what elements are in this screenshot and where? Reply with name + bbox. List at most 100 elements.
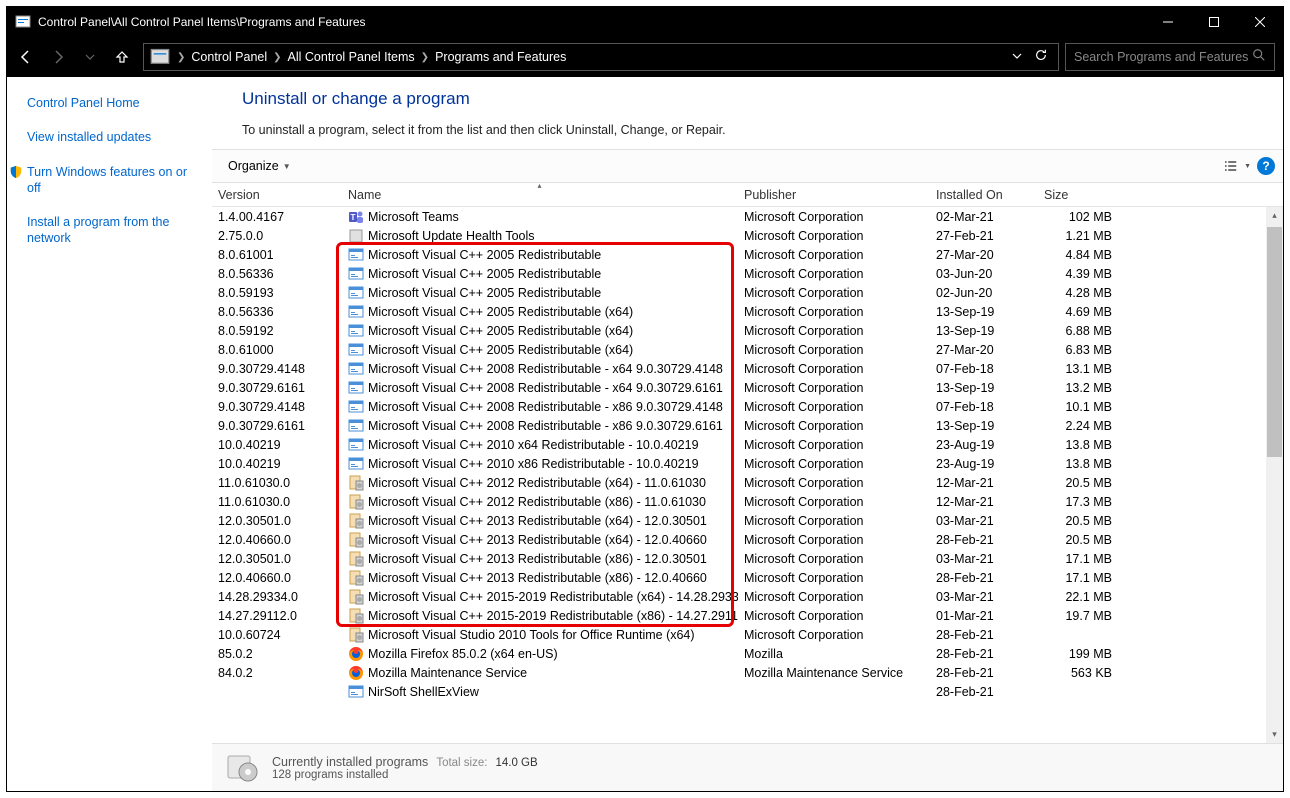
table-row[interactable]: 12.0.30501.0Microsoft Visual C++ 2013 Re… (212, 549, 1283, 568)
cell-version: 14.28.29334.0 (212, 590, 342, 604)
table-row[interactable]: 10.0.40219Microsoft Visual C++ 2010 x86 … (212, 454, 1283, 473)
cell-size: 13.8 MB (1038, 457, 1118, 471)
cell-installed: 12-Mar-21 (930, 476, 1038, 490)
cell-size: 20.5 MB (1038, 476, 1118, 490)
table-row[interactable]: 10.0.60724Microsoft Visual Studio 2010 T… (212, 625, 1283, 644)
program-icon (348, 228, 364, 244)
program-icon (348, 304, 364, 320)
table-row[interactable]: 12.0.30501.0Microsoft Visual C++ 2013 Re… (212, 511, 1283, 530)
window-title: Control Panel\All Control Panel Items\Pr… (38, 15, 1145, 29)
titlebar[interactable]: Control Panel\All Control Panel Items\Pr… (7, 7, 1283, 37)
breadcrumb-item[interactable]: Control Panel (188, 50, 270, 64)
scroll-up-button[interactable]: ▴ (1266, 207, 1283, 224)
table-row[interactable]: 9.0.30729.6161Microsoft Visual C++ 2008 … (212, 416, 1283, 435)
back-button[interactable] (11, 42, 41, 72)
scroll-down-button[interactable]: ▾ (1266, 726, 1283, 743)
scroll-thumb[interactable] (1267, 227, 1282, 457)
col-installed[interactable]: Installed On (930, 183, 1038, 206)
search-box[interactable] (1065, 43, 1275, 71)
table-row[interactable]: 11.0.61030.0Microsoft Visual C++ 2012 Re… (212, 473, 1283, 492)
history-dropdown[interactable] (75, 42, 105, 72)
program-icon (348, 570, 364, 586)
view-options-button[interactable]: ▼ (1225, 156, 1251, 176)
cell-installed: 28-Feb-21 (930, 647, 1038, 661)
table-row[interactable]: 8.0.61000Microsoft Visual C++ 2005 Redis… (212, 340, 1283, 359)
table-row[interactable]: 1.4.00.4167TMicrosoft TeamsMicrosoft Cor… (212, 207, 1283, 226)
sort-indicator-icon: ▴ (537, 183, 541, 190)
program-icon (348, 589, 364, 605)
cell-size: 2.24 MB (1038, 419, 1118, 433)
search-input[interactable] (1074, 50, 1252, 64)
col-version[interactable]: Version (212, 183, 342, 206)
table-row[interactable]: NirSoft ShellExView28-Feb-21 (212, 682, 1283, 701)
forward-button[interactable] (43, 42, 73, 72)
table-row[interactable]: 9.0.30729.4148Microsoft Visual C++ 2008 … (212, 359, 1283, 378)
col-name[interactable]: ▴Name (342, 183, 738, 206)
table-row[interactable]: 9.0.30729.6161Microsoft Visual C++ 2008 … (212, 378, 1283, 397)
cell-size: 13.2 MB (1038, 381, 1118, 395)
table-row[interactable]: 8.0.59193Microsoft Visual C++ 2005 Redis… (212, 283, 1283, 302)
cell-publisher: Microsoft Corporation (738, 286, 930, 300)
table-row[interactable]: 12.0.40660.0Microsoft Visual C++ 2013 Re… (212, 530, 1283, 549)
address-bar[interactable]: ❯ Control Panel ❯ All Control Panel Item… (143, 43, 1059, 71)
sidebar-home[interactable]: Control Panel Home (27, 95, 202, 111)
table-row[interactable]: 85.0.2Mozilla Firefox 85.0.2 (x64 en-US)… (212, 644, 1283, 663)
cell-name: Microsoft Visual Studio 2010 Tools for O… (342, 627, 738, 643)
help-button[interactable]: ? (1257, 157, 1275, 175)
up-button[interactable] (107, 42, 137, 72)
table-row[interactable]: 14.27.29112.0Microsoft Visual C++ 2015-2… (212, 606, 1283, 625)
cell-name: Microsoft Visual C++ 2005 Redistributabl… (342, 285, 738, 301)
table-row[interactable]: 8.0.59192Microsoft Visual C++ 2005 Redis… (212, 321, 1283, 340)
cell-size: 22.1 MB (1038, 590, 1118, 604)
table-row[interactable]: 9.0.30729.4148Microsoft Visual C++ 2008 … (212, 397, 1283, 416)
program-icon (348, 380, 364, 396)
table-row[interactable]: 8.0.61001Microsoft Visual C++ 2005 Redis… (212, 245, 1283, 264)
table-row[interactable]: 84.0.2Mozilla Maintenance ServiceMozilla… (212, 663, 1283, 682)
address-dropdown-icon[interactable] (1012, 48, 1022, 67)
table-row[interactable]: 14.28.29334.0Microsoft Visual C++ 2015-2… (212, 587, 1283, 606)
sidebar-winfeat[interactable]: Turn Windows features on or off (27, 164, 202, 197)
scrollbar-vertical[interactable]: ▴ ▾ (1266, 207, 1283, 743)
col-size[interactable]: Size (1038, 183, 1118, 206)
program-icon (348, 627, 364, 643)
table-row[interactable]: 12.0.40660.0Microsoft Visual C++ 2013 Re… (212, 568, 1283, 587)
search-icon[interactable] (1252, 48, 1266, 67)
cell-version: 9.0.30729.6161 (212, 419, 342, 433)
table-row[interactable]: 2.75.0.0Microsoft Update Health ToolsMic… (212, 226, 1283, 245)
cell-installed: 02-Mar-21 (930, 210, 1038, 224)
cell-size: 6.88 MB (1038, 324, 1118, 338)
app-icon (15, 14, 31, 30)
table-row[interactable]: 8.0.56336Microsoft Visual C++ 2005 Redis… (212, 302, 1283, 321)
col-publisher[interactable]: Publisher (738, 183, 930, 206)
maximize-button[interactable] (1191, 7, 1237, 37)
cell-size: 17.1 MB (1038, 571, 1118, 585)
table-row[interactable]: 8.0.56336Microsoft Visual C++ 2005 Redis… (212, 264, 1283, 283)
organize-button[interactable]: Organize ▼ (220, 155, 299, 177)
program-icon (348, 323, 364, 339)
cell-installed: 28-Feb-21 (930, 666, 1038, 680)
cell-size: 13.1 MB (1038, 362, 1118, 376)
table-row[interactable]: 10.0.40219Microsoft Visual C++ 2010 x64 … (212, 435, 1283, 454)
table-row[interactable]: 11.0.61030.0Microsoft Visual C++ 2012 Re… (212, 492, 1283, 511)
program-icon (348, 532, 364, 548)
cell-name: Microsoft Visual C++ 2013 Redistributabl… (342, 551, 738, 567)
cell-size: 13.8 MB (1038, 438, 1118, 452)
sidebar-network[interactable]: Install a program from the network (27, 214, 202, 247)
cell-publisher: Mozilla Maintenance Service (738, 666, 930, 680)
main-content: Uninstall or change a program To uninsta… (212, 77, 1283, 791)
close-button[interactable] (1237, 7, 1283, 37)
refresh-icon[interactable] (1034, 48, 1048, 67)
cell-version: 14.27.29112.0 (212, 609, 342, 623)
program-icon (348, 342, 364, 358)
cell-version: 12.0.40660.0 (212, 571, 342, 585)
cell-size: 6.83 MB (1038, 343, 1118, 357)
cell-publisher: Microsoft Corporation (738, 571, 930, 585)
sidebar-updates[interactable]: View installed updates (27, 129, 202, 145)
breadcrumb-item[interactable]: Programs and Features (432, 50, 569, 64)
cell-size: 20.5 MB (1038, 533, 1118, 547)
cell-version: 10.0.40219 (212, 457, 342, 471)
breadcrumb-item[interactable]: All Control Panel Items (285, 50, 418, 64)
cell-installed: 02-Jun-20 (930, 286, 1038, 300)
cell-name: Microsoft Visual C++ 2005 Redistributabl… (342, 247, 738, 263)
minimize-button[interactable] (1145, 7, 1191, 37)
